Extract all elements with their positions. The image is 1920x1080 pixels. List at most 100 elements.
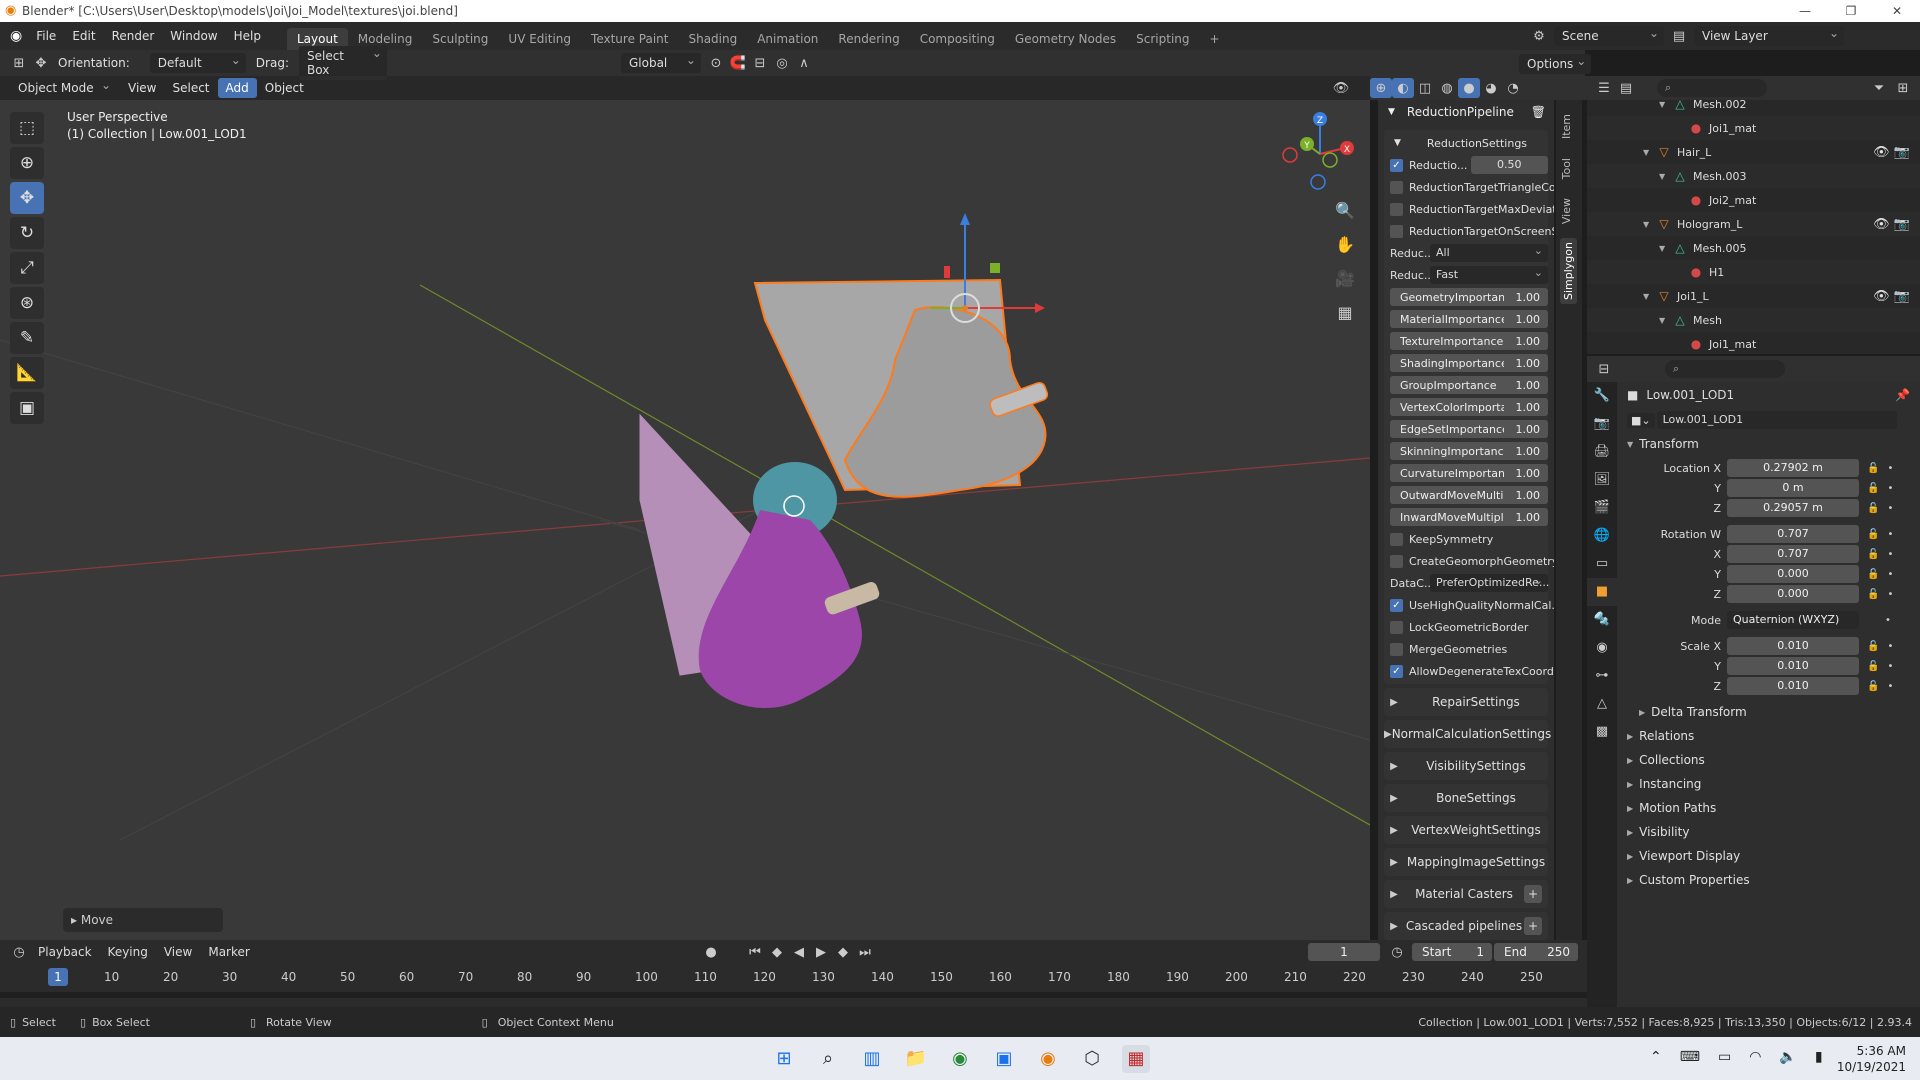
falloff-icon[interactable]: ∧ bbox=[793, 53, 815, 73]
checkbox[interactable] bbox=[1390, 202, 1403, 216]
checkbox[interactable]: ✓ bbox=[1390, 664, 1403, 678]
tab-sculpting[interactable]: Sculpting bbox=[422, 28, 498, 50]
display-icon[interactable]: ▭ bbox=[1718, 1049, 1731, 1065]
scene-selector[interactable]: Scene bbox=[1554, 26, 1664, 46]
transform-value-field[interactable]: 0.010 bbox=[1727, 637, 1859, 655]
transform-icon[interactable]: ⊛ bbox=[10, 287, 44, 319]
lock-icon[interactable]: 🔓 bbox=[1867, 549, 1879, 560]
importance-slider[interactable]: OutwardMoveMultipl 1.00 bbox=[1390, 486, 1548, 504]
orientation-dropdown[interactable]: Default bbox=[149, 53, 246, 73]
data-creation-dropdown[interactable]: PreferOptimizedRe... bbox=[1430, 572, 1549, 592]
constraints-tab-icon[interactable]: ⊶ bbox=[1587, 662, 1617, 690]
menu-timeline-view[interactable]: View bbox=[156, 943, 200, 961]
outliner-row[interactable]: ▼ △ Mesh.005 bbox=[1587, 236, 1920, 260]
rotate-icon[interactable]: ↻ bbox=[10, 217, 44, 249]
menu-file[interactable]: File bbox=[28, 29, 64, 43]
zoom-icon[interactable]: 🔍 bbox=[1330, 196, 1360, 226]
wifi-icon[interactable]: ◠ bbox=[1749, 1049, 1761, 1065]
start-icon[interactable]: ⊞ bbox=[770, 1045, 798, 1073]
outliner-row[interactable]: ● Joi1_mat bbox=[1587, 332, 1920, 354]
outliner-row[interactable]: ● Joi1_mat bbox=[1587, 116, 1920, 140]
transform-value-field[interactable]: 0.707 bbox=[1727, 525, 1859, 543]
options-dropdown[interactable]: Options bbox=[1519, 54, 1592, 74]
app-taskbar-icon[interactable]: ▦ bbox=[1122, 1045, 1150, 1073]
reduction-heuristics-dropdown[interactable]: Fast bbox=[1430, 264, 1548, 284]
importance-slider[interactable]: MaterialImportance 1.00 bbox=[1390, 310, 1548, 328]
world-tab-icon[interactable]: 🌐 bbox=[1587, 522, 1617, 550]
keyboard-icon[interactable]: ⌨ bbox=[1680, 1049, 1700, 1065]
importance-slider[interactable]: ShadingImportance 1.00 bbox=[1390, 354, 1548, 372]
drag-dropdown[interactable]: Select Box bbox=[298, 46, 387, 80]
package-icon[interactable]: ⬡ bbox=[1078, 1045, 1106, 1073]
menu-view[interactable]: View bbox=[120, 78, 164, 98]
annotate-icon[interactable]: ✎ bbox=[10, 322, 44, 354]
visibility-eye-icon[interactable]: 👁 📷 bbox=[1873, 217, 1910, 232]
snap-target-icon[interactable]: ⊟ bbox=[749, 53, 771, 73]
delta-transform-header[interactable]: ▶ Delta Transform bbox=[1617, 700, 1920, 724]
proportional-edit-icon[interactable]: ◎ bbox=[771, 53, 793, 73]
transform-value-field[interactable]: 0.27902 m bbox=[1727, 459, 1859, 477]
checkbox[interactable] bbox=[1390, 642, 1403, 656]
last-operator-panel[interactable]: ▸ Move bbox=[63, 908, 223, 932]
rotation-mode-dropdown[interactable]: Quaternion (WXYZ) bbox=[1727, 611, 1859, 629]
next-keyframe-icon[interactable]: ◆ bbox=[832, 942, 854, 962]
scale-icon[interactable]: ⤢ bbox=[10, 252, 44, 284]
expand-arrow-icon[interactable]: ▼ bbox=[1643, 220, 1657, 229]
menu-add[interactable]: Add bbox=[217, 78, 257, 98]
transform-space-dropdown[interactable]: Global bbox=[620, 53, 701, 73]
render-tab-icon[interactable]: 📷 bbox=[1587, 410, 1617, 438]
view-layer-selector[interactable]: View Layer bbox=[1694, 26, 1844, 46]
properties-search-input[interactable]: ⌕ bbox=[1665, 360, 1785, 378]
expand-arrow-icon[interactable]: ▼ bbox=[1643, 148, 1657, 157]
add-workspace-button[interactable]: + bbox=[1200, 28, 1230, 50]
lock-icon[interactable]: 🔓 bbox=[1867, 681, 1879, 692]
gizmo-icon[interactable]: ⊕ bbox=[1370, 78, 1392, 98]
visibility-icon[interactable]: 👁 bbox=[1330, 78, 1352, 98]
animate-dot-icon[interactable]: • bbox=[1887, 641, 1893, 652]
properties-section-header[interactable]: ▶ Collections bbox=[1617, 748, 1920, 772]
chrome-icon[interactable]: ◉ bbox=[946, 1045, 974, 1073]
pivot-icon[interactable]: ⊙ bbox=[705, 53, 727, 73]
menu-keying[interactable]: Keying bbox=[100, 943, 156, 961]
editor-type-icon[interactable]: ⊞ bbox=[8, 53, 30, 73]
lock-icon[interactable]: 🔓 bbox=[1867, 569, 1879, 580]
animate-dot-icon[interactable]: • bbox=[1887, 549, 1893, 560]
animate-dot-icon[interactable]: • bbox=[1887, 483, 1893, 494]
data-tab-icon[interactable]: △ bbox=[1587, 690, 1617, 718]
collapsed-settings-section[interactable]: ▶ VisibilitySettings bbox=[1384, 752, 1548, 780]
outliner-row[interactable]: ▼ △ Mesh.003 bbox=[1587, 164, 1920, 188]
end-frame-field[interactable]: End 250 bbox=[1494, 943, 1578, 961]
frame-ruler[interactable]: 10 20 30 40 50 60 70 80 90 100 110 120 130 140 150 160 1… bbox=[0, 968, 1587, 988]
tab-view[interactable]: View bbox=[1560, 198, 1573, 224]
collapsed-settings-section[interactable]: ▶ RepairSettings bbox=[1384, 688, 1548, 716]
properties-editor-icon[interactable]: ⊟ bbox=[1593, 359, 1615, 379]
maximize-button[interactable]: ❐ bbox=[1828, 0, 1874, 22]
modifier-tab-icon[interactable]: 🔩 bbox=[1587, 606, 1617, 634]
tab-rendering[interactable]: Rendering bbox=[828, 28, 909, 50]
add-material-caster-button[interactable]: + bbox=[1524, 885, 1542, 903]
tray-chevron-icon[interactable]: ⌃ bbox=[1650, 1049, 1662, 1065]
expand-arrow-icon[interactable]: ▼ bbox=[1659, 100, 1673, 109]
current-frame-field[interactable]: 1 bbox=[1308, 943, 1380, 961]
lock-icon[interactable]: 🔓 bbox=[1867, 483, 1879, 494]
transform-value-field[interactable]: 0.010 bbox=[1727, 677, 1859, 695]
object-tab-icon[interactable]: ■ bbox=[1587, 578, 1617, 606]
importance-slider[interactable]: EdgeSetImportance 1.00 bbox=[1390, 420, 1548, 438]
close-button[interactable]: ✕ bbox=[1874, 0, 1920, 22]
reduction-settings-header[interactable]: ▼ ReductionSettings bbox=[1384, 132, 1548, 154]
collection-tab-icon[interactable]: ▭ bbox=[1587, 550, 1617, 578]
measure-icon[interactable]: 📐 bbox=[10, 357, 44, 389]
lock-icon[interactable]: 🔓 bbox=[1867, 503, 1879, 514]
menu-playback[interactable]: Playback bbox=[30, 943, 100, 961]
tab-simplygon[interactable]: Simplygon bbox=[1560, 238, 1577, 304]
play-reverse-icon[interactable]: ◀ bbox=[788, 942, 810, 962]
store-icon[interactable]: ▣ bbox=[990, 1045, 1018, 1073]
blender-menu-icon[interactable]: ◉ bbox=[10, 28, 22, 44]
minimize-button[interactable]: — bbox=[1782, 0, 1828, 22]
menu-select[interactable]: Select bbox=[164, 78, 217, 98]
reduction-ratio-checkbox[interactable]: ✓ bbox=[1390, 158, 1403, 172]
transform-value-field[interactable]: 0 m bbox=[1727, 479, 1859, 497]
outliner-row[interactable]: ▼ ▽ Hologram_L 👁 📷 bbox=[1587, 212, 1920, 236]
playhead[interactable]: 1 bbox=[48, 968, 68, 986]
reduction-target-dropdown[interactable]: All bbox=[1430, 242, 1548, 262]
